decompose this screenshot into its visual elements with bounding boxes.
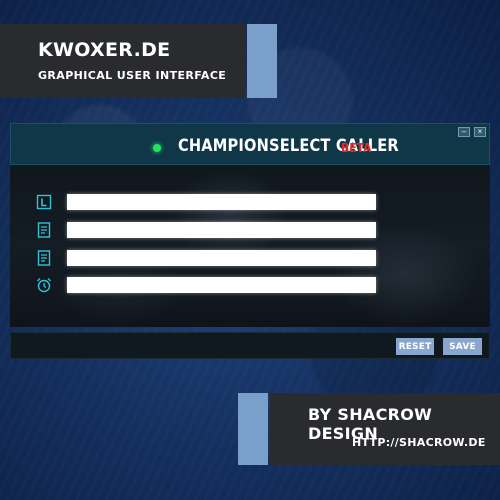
window-body bbox=[10, 165, 490, 327]
lane-l-icon bbox=[36, 194, 52, 210]
app-window: CHAMPIONSELECT CALLER BETA – × RESET SAV… bbox=[10, 123, 490, 359]
top-banner-accent bbox=[247, 24, 277, 98]
beta-label: BETA bbox=[341, 141, 372, 155]
top-banner bbox=[0, 24, 245, 98]
document-icon bbox=[36, 222, 52, 238]
background-artwork bbox=[330, 225, 480, 325]
close-button[interactable]: × bbox=[474, 127, 486, 137]
field-1-input[interactable] bbox=[67, 194, 376, 210]
save-button[interactable]: SAVE bbox=[443, 338, 482, 355]
window-footer: RESET SAVE bbox=[10, 332, 490, 359]
alarm-clock-icon bbox=[36, 277, 52, 293]
status-indicator bbox=[153, 144, 161, 152]
document-icon bbox=[36, 250, 52, 266]
field-2-input[interactable] bbox=[67, 222, 376, 238]
bottom-banner-accent bbox=[238, 393, 268, 465]
minimize-button[interactable]: – bbox=[458, 127, 470, 137]
top-banner-title: KWOXER.DE bbox=[38, 39, 171, 61]
window-header[interactable]: CHAMPIONSELECT CALLER BETA – × bbox=[10, 123, 490, 165]
field-4-input[interactable] bbox=[67, 277, 376, 293]
field-3-input[interactable] bbox=[67, 250, 376, 266]
top-banner-subtitle: GRAPHICAL USER INTERFACE bbox=[38, 69, 227, 82]
background-artwork bbox=[170, 170, 290, 260]
bottom-banner-link[interactable]: HTTP://SHACROW.DE bbox=[352, 436, 486, 449]
reset-button[interactable]: RESET bbox=[396, 338, 434, 355]
